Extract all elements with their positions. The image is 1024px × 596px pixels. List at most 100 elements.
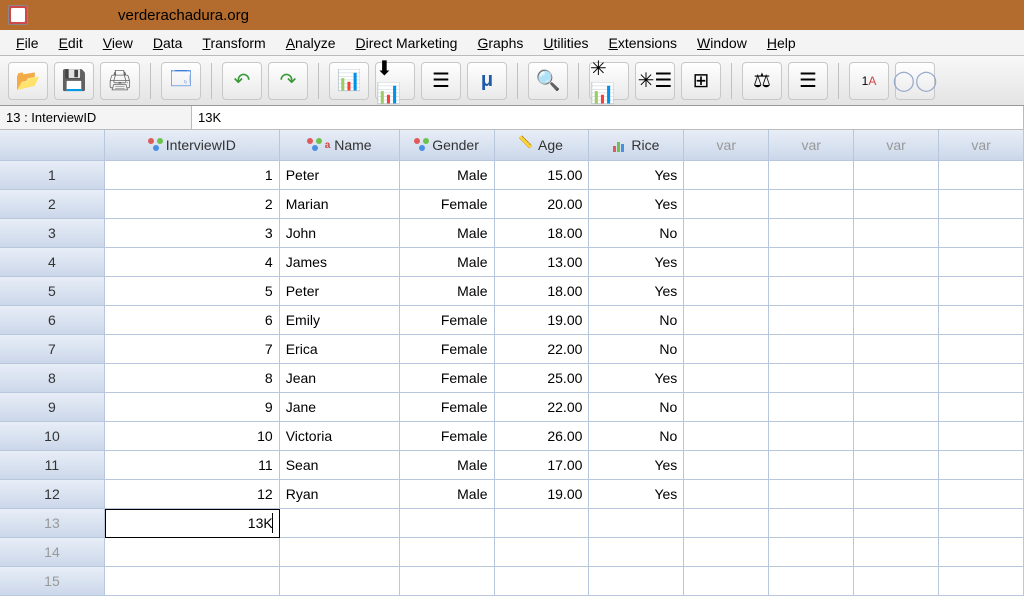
cell[interactable]: Victoria bbox=[280, 422, 400, 451]
row-header[interactable]: 10 bbox=[0, 422, 105, 451]
cell[interactable] bbox=[684, 393, 769, 422]
undo-button[interactable]: ↶ bbox=[222, 62, 262, 100]
cell[interactable] bbox=[280, 509, 400, 538]
cell[interactable]: 13K bbox=[105, 509, 280, 538]
select-cases-button[interactable]: ☰ bbox=[788, 62, 828, 100]
cell[interactable] bbox=[684, 306, 769, 335]
cell[interactable]: Female bbox=[400, 335, 495, 364]
cell[interactable]: 9 bbox=[105, 393, 280, 422]
cell[interactable] bbox=[769, 509, 854, 538]
column-header-name[interactable]: a Name bbox=[280, 130, 400, 161]
cell[interactable]: Erica bbox=[280, 335, 400, 364]
cell[interactable] bbox=[105, 567, 280, 596]
cell[interactable]: 19.00 bbox=[495, 306, 590, 335]
menu-graphs[interactable]: Graphs bbox=[467, 32, 533, 54]
variables-button[interactable]: ☰ bbox=[421, 62, 461, 100]
cell[interactable] bbox=[400, 538, 495, 567]
cell[interactable]: 7 bbox=[105, 335, 280, 364]
cell[interactable] bbox=[769, 161, 854, 190]
cell[interactable]: 2 bbox=[105, 190, 280, 219]
cell[interactable]: Male bbox=[400, 451, 495, 480]
cell[interactable] bbox=[854, 538, 939, 567]
row-header[interactable]: 11 bbox=[0, 451, 105, 480]
cell[interactable] bbox=[769, 567, 854, 596]
cell[interactable] bbox=[854, 480, 939, 509]
cell[interactable] bbox=[280, 538, 400, 567]
cell[interactable]: No bbox=[589, 306, 684, 335]
cell[interactable] bbox=[854, 364, 939, 393]
goto-variable-button[interactable]: ⬇📊 bbox=[375, 62, 415, 100]
cell[interactable]: Peter bbox=[280, 161, 400, 190]
cell[interactable] bbox=[684, 567, 769, 596]
cell[interactable] bbox=[939, 190, 1024, 219]
open-button[interactable]: 📂 bbox=[8, 62, 48, 100]
cell[interactable] bbox=[400, 567, 495, 596]
column-header-rice[interactable]: Rice bbox=[589, 130, 684, 161]
row-header[interactable]: 5 bbox=[0, 277, 105, 306]
cell[interactable]: 10 bbox=[105, 422, 280, 451]
cell[interactable]: James bbox=[280, 248, 400, 277]
weight-cases-button[interactable]: ⚖ bbox=[742, 62, 782, 100]
cell[interactable]: Yes bbox=[589, 364, 684, 393]
menu-window[interactable]: Window bbox=[687, 32, 757, 54]
column-header-var[interactable]: var bbox=[684, 130, 769, 161]
cell[interactable]: Male bbox=[400, 161, 495, 190]
menu-extensions[interactable]: Extensions bbox=[599, 32, 688, 54]
cell[interactable] bbox=[939, 161, 1024, 190]
cell[interactable]: 5 bbox=[105, 277, 280, 306]
cell[interactable]: 18.00 bbox=[495, 219, 590, 248]
cell[interactable] bbox=[684, 509, 769, 538]
cell[interactable] bbox=[400, 509, 495, 538]
cell[interactable] bbox=[280, 567, 400, 596]
cell[interactable]: Jane bbox=[280, 393, 400, 422]
cell[interactable] bbox=[854, 335, 939, 364]
menu-direct-marketing[interactable]: Direct Marketing bbox=[346, 32, 468, 54]
cell[interactable] bbox=[769, 364, 854, 393]
column-header-interviewid[interactable]: InterviewID bbox=[105, 130, 280, 161]
cell[interactable] bbox=[769, 422, 854, 451]
cell[interactable] bbox=[769, 335, 854, 364]
cell[interactable]: Male bbox=[400, 248, 495, 277]
cell[interactable]: Yes bbox=[589, 248, 684, 277]
cell[interactable] bbox=[684, 538, 769, 567]
cell[interactable]: Yes bbox=[589, 480, 684, 509]
run-descriptives-button[interactable]: μ bbox=[467, 62, 507, 100]
cell[interactable] bbox=[769, 393, 854, 422]
recall-dialog-button[interactable]: 🗔 bbox=[161, 62, 201, 100]
row-header[interactable]: 12 bbox=[0, 480, 105, 509]
cell[interactable]: 18.00 bbox=[495, 277, 590, 306]
cell[interactable] bbox=[854, 190, 939, 219]
cell[interactable]: Yes bbox=[589, 277, 684, 306]
cell[interactable]: 6 bbox=[105, 306, 280, 335]
cell[interactable] bbox=[854, 161, 939, 190]
cell[interactable] bbox=[769, 248, 854, 277]
menu-help[interactable]: Help bbox=[757, 32, 806, 54]
cell[interactable]: No bbox=[589, 335, 684, 364]
cell[interactable] bbox=[769, 451, 854, 480]
cell[interactable] bbox=[939, 538, 1024, 567]
split-file-button[interactable]: ⊞ bbox=[681, 62, 721, 100]
cell[interactable]: 15.00 bbox=[495, 161, 590, 190]
cell[interactable]: Yes bbox=[589, 451, 684, 480]
cell[interactable] bbox=[854, 393, 939, 422]
cell[interactable]: Male bbox=[400, 480, 495, 509]
cell[interactable]: 26.00 bbox=[495, 422, 590, 451]
cell[interactable]: 17.00 bbox=[495, 451, 590, 480]
menu-transform[interactable]: Transform bbox=[192, 32, 275, 54]
cell[interactable]: 11 bbox=[105, 451, 280, 480]
cell[interactable]: Female bbox=[400, 393, 495, 422]
cell[interactable]: Female bbox=[400, 364, 495, 393]
cell[interactable] bbox=[854, 567, 939, 596]
cell[interactable] bbox=[684, 277, 769, 306]
cell[interactable] bbox=[769, 277, 854, 306]
goto-case-button[interactable]: 📊 bbox=[329, 62, 369, 100]
cell[interactable] bbox=[684, 219, 769, 248]
cell[interactable] bbox=[589, 567, 684, 596]
column-header-gender[interactable]: Gender bbox=[400, 130, 495, 161]
redo-button[interactable]: ↷ bbox=[268, 62, 308, 100]
cell[interactable] bbox=[854, 219, 939, 248]
cell[interactable] bbox=[495, 567, 590, 596]
cell[interactable] bbox=[684, 190, 769, 219]
cell[interactable] bbox=[939, 393, 1024, 422]
menu-data[interactable]: Data bbox=[143, 32, 193, 54]
